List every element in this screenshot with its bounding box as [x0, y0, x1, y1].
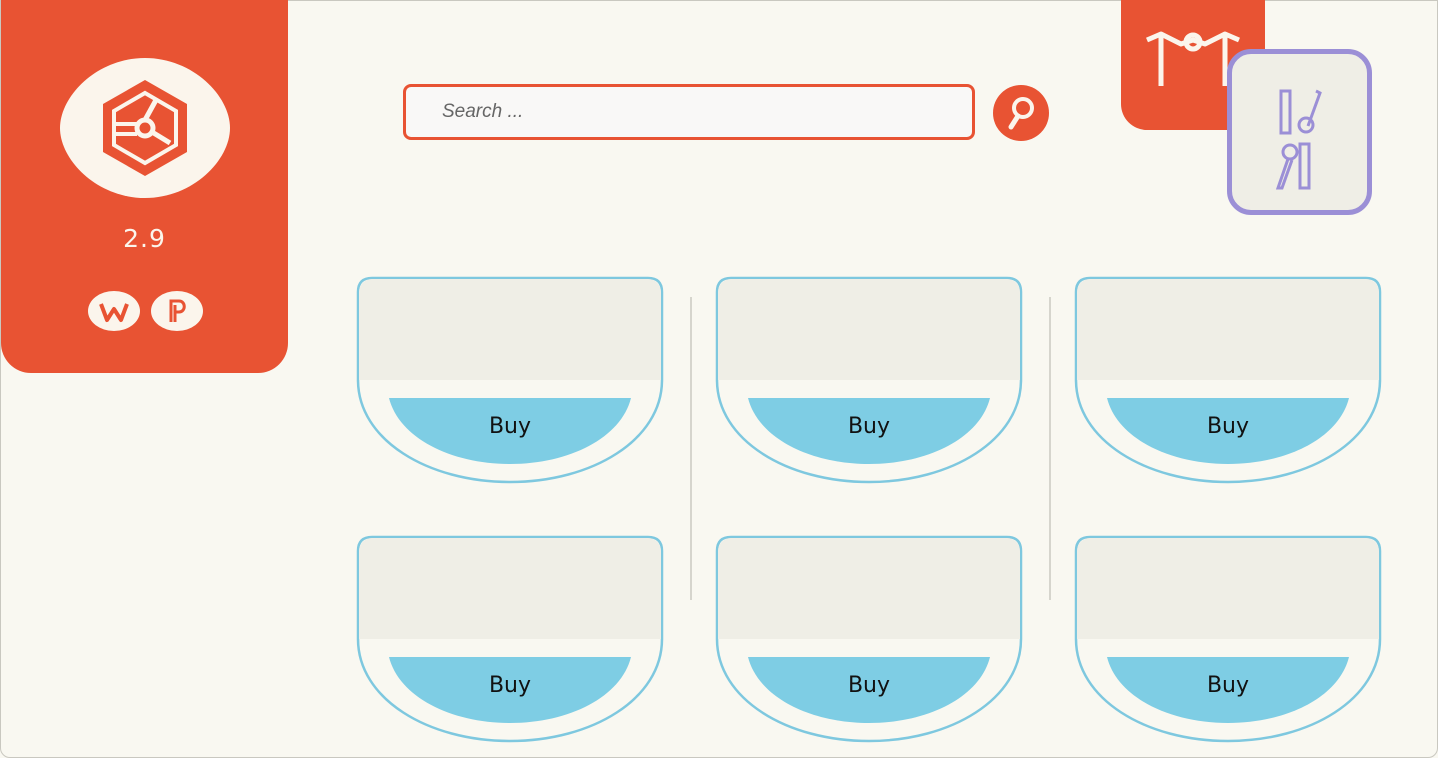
tools-icon — [1275, 89, 1322, 190]
buy-label: Buy — [1206, 673, 1250, 698]
product-card: Buy — [715, 535, 1023, 743]
buy-label: Buy — [1206, 414, 1250, 439]
buy-button[interactable]: Buy — [748, 657, 990, 723]
buy-button[interactable]: Buy — [1107, 657, 1349, 723]
product-card: Buy — [356, 276, 664, 484]
hexagon-logo-icon[interactable] — [58, 56, 232, 200]
grid-divider — [690, 297, 692, 600]
grid-divider — [1049, 297, 1051, 600]
buy-button[interactable]: Buy — [389, 657, 631, 723]
product-card: Buy — [356, 535, 664, 743]
search-button[interactable] — [993, 85, 1049, 141]
brand-panel: 2.9 — [1, 0, 288, 373]
buy-button[interactable]: Buy — [1107, 398, 1349, 464]
w-social-icon[interactable] — [87, 290, 141, 332]
product-card: Buy — [715, 276, 1023, 484]
search-input[interactable] — [403, 84, 975, 140]
product-card: Buy — [1074, 276, 1382, 484]
buy-label: Buy — [847, 673, 891, 698]
product-image — [718, 538, 1020, 639]
buy-label: Buy — [488, 673, 532, 698]
buy-label: Buy — [488, 414, 532, 439]
product-card: Buy — [1074, 535, 1382, 743]
product-image — [359, 279, 661, 380]
version-label: 2.9 — [123, 224, 166, 253]
search-icon — [1008, 97, 1034, 130]
product-image — [1077, 279, 1379, 380]
buy-button[interactable]: Buy — [748, 398, 990, 464]
buy-label: Buy — [847, 414, 891, 439]
product-image — [718, 279, 1020, 380]
product-image — [359, 538, 661, 639]
p-social-icon[interactable] — [150, 290, 204, 332]
product-image — [1077, 538, 1379, 639]
buy-button[interactable]: Buy — [389, 398, 631, 464]
tools-button[interactable] — [1227, 49, 1372, 215]
